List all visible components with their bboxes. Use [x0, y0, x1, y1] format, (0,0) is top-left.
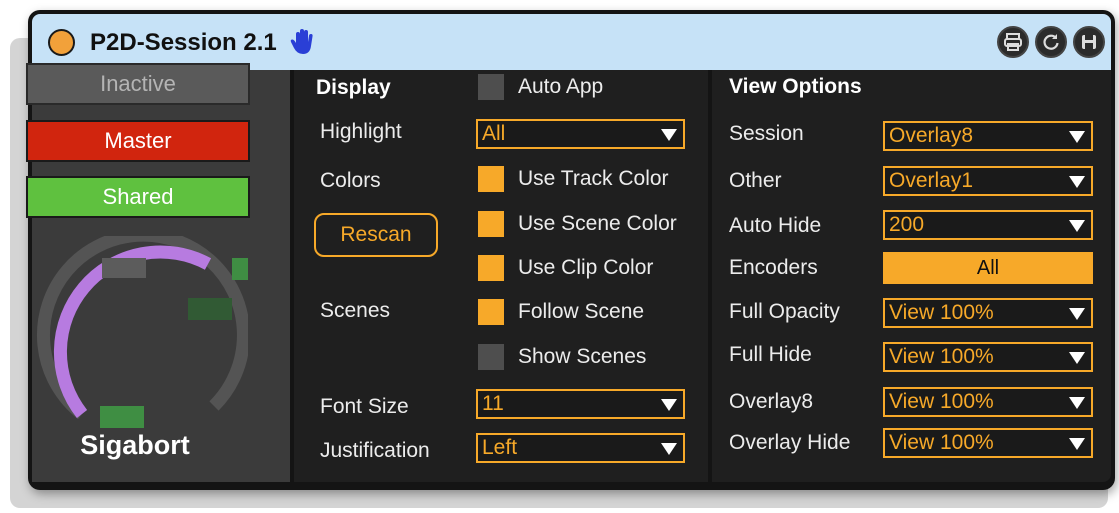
full-opacity-dropdown[interactable]: View 100%	[883, 298, 1093, 328]
rescan-button[interactable]: Rescan	[314, 213, 438, 257]
highlight-value: All	[482, 122, 506, 145]
knob-label: Sigabort	[80, 430, 190, 460]
chevron-down-icon	[661, 399, 677, 411]
sigabort-knob[interactable]	[28, 236, 248, 436]
follow-scene-checkbox[interactable]	[478, 299, 504, 325]
justification-label: Justification	[320, 439, 430, 462]
use-clip-color-label: Use Clip Color	[518, 256, 654, 279]
full-hide-dropdown[interactable]: View 100%	[883, 342, 1093, 372]
auto-hide-label: Auto Hide	[729, 214, 822, 237]
save-icon[interactable]	[1073, 26, 1105, 58]
full-opacity-value: View 100%	[889, 301, 994, 324]
encoders-label: Encoders	[729, 256, 818, 279]
chevron-down-icon	[1069, 220, 1085, 232]
justification-dropdown[interactable]: Left	[476, 433, 685, 463]
auto-app-label: Auto App	[518, 75, 604, 98]
justification-value: Left	[482, 436, 518, 459]
other-value: Overlay1	[889, 169, 974, 192]
master-button[interactable]: Master	[26, 120, 250, 162]
session-dropdown[interactable]: Overlay8	[883, 121, 1093, 151]
chevron-down-icon	[1069, 438, 1085, 450]
full-hide-value: View 100%	[889, 345, 994, 368]
full-opacity-label: Full Opacity	[729, 300, 840, 323]
print-icon[interactable]	[997, 26, 1029, 58]
use-track-color-label: Use Track Color	[518, 167, 669, 190]
chevron-down-icon	[661, 443, 677, 455]
use-clip-color-checkbox[interactable]	[478, 255, 504, 281]
overlay-hide-label: Overlay Hide	[729, 431, 851, 454]
device-activator-button[interactable]	[48, 29, 75, 56]
font-size-value: 11	[482, 392, 504, 415]
use-track-color-checkbox[interactable]	[478, 166, 504, 192]
other-label: Other	[729, 169, 782, 192]
knob-led-dim	[188, 298, 232, 320]
title-bar: P2D-Session 2.1	[32, 14, 1111, 70]
overlay8-label: Overlay8	[729, 390, 814, 413]
highlight-label: Highlight	[320, 120, 402, 143]
font-size-dropdown[interactable]: 11	[476, 389, 685, 419]
show-scenes-checkbox[interactable]	[478, 344, 504, 370]
font-size-label: Font Size	[320, 395, 409, 418]
inactive-button[interactable]: Inactive	[26, 63, 250, 105]
chevron-down-icon	[1069, 308, 1085, 320]
display-header: Display	[316, 76, 391, 99]
use-scene-color-label: Use Scene Color	[518, 212, 677, 235]
hand-icon	[290, 29, 313, 54]
chevron-down-icon	[1069, 352, 1085, 364]
encoders-button[interactable]: All	[883, 252, 1093, 284]
knob-led-inactive	[102, 258, 146, 278]
chevron-down-icon	[1069, 397, 1085, 409]
device-title: P2D-Session 2.1	[90, 29, 277, 56]
session-label: Session	[729, 122, 804, 145]
overlay8-value: View 100%	[889, 390, 994, 413]
chevron-down-icon	[1069, 131, 1085, 143]
shared-button[interactable]: Shared	[26, 176, 250, 218]
knob-led-bottom	[100, 406, 144, 428]
chevron-down-icon	[661, 129, 677, 141]
auto-hide-value: 200	[889, 213, 925, 236]
session-value: Overlay8	[889, 124, 974, 147]
colors-label: Colors	[320, 169, 381, 192]
show-scenes-label: Show Scenes	[518, 345, 647, 368]
use-scene-color-checkbox[interactable]	[478, 211, 504, 237]
follow-scene-label: Follow Scene	[518, 300, 645, 323]
scenes-label: Scenes	[320, 299, 391, 322]
full-hide-label: Full Hide	[729, 343, 812, 366]
highlight-dropdown[interactable]: All	[476, 119, 685, 149]
overlay8-dropdown[interactable]: View 100%	[883, 387, 1093, 417]
overlay-hide-dropdown[interactable]: View 100%	[883, 428, 1093, 458]
other-dropdown[interactable]: Overlay1	[883, 166, 1093, 196]
knob-led-active	[232, 258, 248, 280]
auto-app-checkbox[interactable]	[478, 74, 504, 100]
view-options-header: View Options	[729, 75, 862, 98]
chevron-down-icon	[1069, 176, 1085, 188]
auto-hide-dropdown[interactable]: 200	[883, 210, 1093, 240]
overlay-hide-value: View 100%	[889, 431, 994, 454]
refresh-icon[interactable]	[1035, 26, 1067, 58]
